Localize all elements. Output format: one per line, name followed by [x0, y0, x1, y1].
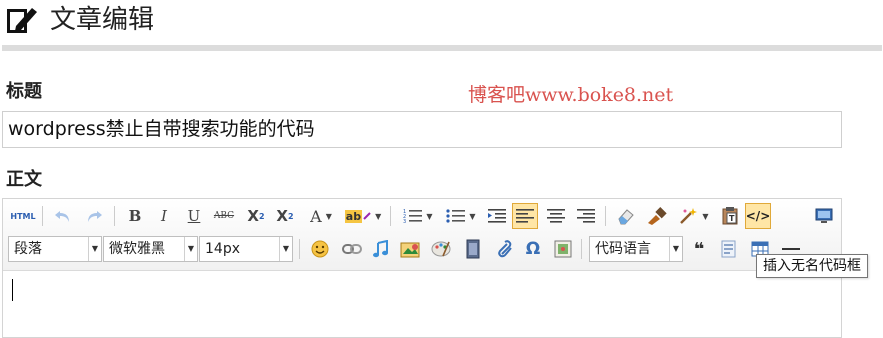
bullet-list-icon [446, 209, 466, 223]
format-painter-icon[interactable] [645, 205, 669, 227]
header-divider [2, 45, 882, 51]
strikethrough-button[interactable]: ABC [211, 205, 237, 227]
text-caret [12, 279, 13, 301]
svg-text:3: 3 [403, 219, 406, 224]
ordered-list-button[interactable]: 1 2 3 ▼ [399, 205, 437, 227]
highlight-button[interactable]: ab ▼ [344, 205, 382, 227]
video-icon[interactable] [462, 238, 484, 260]
toolbar-separator [605, 206, 606, 226]
svg-text:T: T [729, 214, 735, 223]
special-char-icon[interactable]: Ω [522, 238, 544, 260]
font-family-value: 微软雅黑 [109, 241, 165, 257]
tooltip: 插入无名代码框 [756, 254, 868, 278]
bold-button[interactable]: B [124, 205, 146, 227]
indent-icon[interactable] [486, 205, 508, 227]
map-icon[interactable] [552, 238, 574, 260]
template-icon[interactable] [718, 238, 740, 260]
blockquote-icon[interactable]: ❝ [688, 238, 710, 260]
toolbar-separator [114, 206, 115, 226]
chevron-down-icon: ▼ [375, 211, 382, 221]
subscript-button[interactable]: X2 [273, 205, 297, 227]
toolbar-separator [581, 239, 582, 259]
underline-button[interactable]: U [183, 205, 205, 227]
superscript-mark: 2 [259, 211, 265, 221]
insert-code-icon[interactable]: </> [745, 203, 771, 229]
subscript-mark: 2 [288, 211, 294, 221]
eraser-icon[interactable] [614, 205, 638, 227]
subscript-base: X [276, 207, 288, 225]
body-label: 正文 [6, 169, 42, 190]
chevron-down-icon: ▼ [184, 237, 197, 261]
highlighter-icon [363, 212, 371, 220]
superscript-base: X [247, 207, 259, 225]
font-color-button[interactable]: A ▼ [304, 205, 338, 227]
unordered-list-button[interactable]: ▼ [442, 205, 480, 227]
font-family-select[interactable]: 微软雅黑 ▼ [103, 236, 198, 262]
edit-icon [6, 5, 38, 35]
chevron-down-icon: ▼ [325, 211, 332, 221]
music-icon[interactable] [370, 238, 392, 260]
fullscreen-icon[interactable] [812, 205, 836, 227]
html-source-button[interactable]: HTML [10, 205, 36, 227]
paragraph-select[interactable]: 段落 ▼ [8, 236, 102, 262]
chevron-down-icon: ▼ [469, 211, 476, 221]
align-left-icon[interactable] [512, 203, 538, 229]
title-label: 标题 [6, 81, 42, 102]
italic-button[interactable]: I [153, 205, 175, 227]
font-size-select[interactable]: 14px ▼ [199, 236, 293, 262]
watermark-text: 博客吧www.boke8.net [468, 84, 674, 106]
chevron-down-icon: ▼ [702, 211, 709, 221]
magic-wand-button[interactable]: ▼ [675, 205, 713, 227]
chevron-down-icon: ▼ [426, 211, 433, 221]
toolbar-separator [390, 206, 391, 226]
highlight-glyph: ab [344, 209, 363, 223]
attachment-icon[interactable] [493, 238, 515, 260]
toolbar-separator [299, 239, 300, 259]
code-language-select[interactable]: 代码语言 ▼ [589, 236, 683, 262]
chevron-down-icon: ▼ [669, 237, 682, 261]
magic-wand-icon [680, 208, 698, 224]
undo-icon[interactable] [52, 205, 74, 227]
chevron-down-icon: ▼ [88, 237, 101, 261]
title-input[interactable]: wordpress禁止自带搜索功能的代码 [2, 111, 842, 148]
font-size-value: 14px [205, 241, 240, 257]
palette-icon[interactable] [430, 238, 452, 260]
chevron-down-icon: ▼ [279, 237, 292, 261]
align-right-icon[interactable] [575, 205, 597, 227]
paragraph-select-value: 段落 [14, 241, 42, 257]
link-icon[interactable] [340, 238, 364, 260]
superscript-button[interactable]: X2 [244, 205, 268, 227]
toolbar-separator [42, 206, 43, 226]
align-center-icon[interactable] [545, 205, 567, 227]
page-title: 文章编辑 [50, 5, 155, 35]
emoji-icon[interactable] [309, 238, 331, 260]
ordered-list-icon: 123 [403, 209, 423, 224]
paste-text-icon[interactable]: T [718, 205, 742, 227]
insert-image-icon[interactable] [399, 238, 423, 260]
font-color-glyph: A [310, 206, 322, 226]
redo-icon[interactable] [83, 205, 105, 227]
code-language-value: 代码语言 [595, 241, 651, 257]
